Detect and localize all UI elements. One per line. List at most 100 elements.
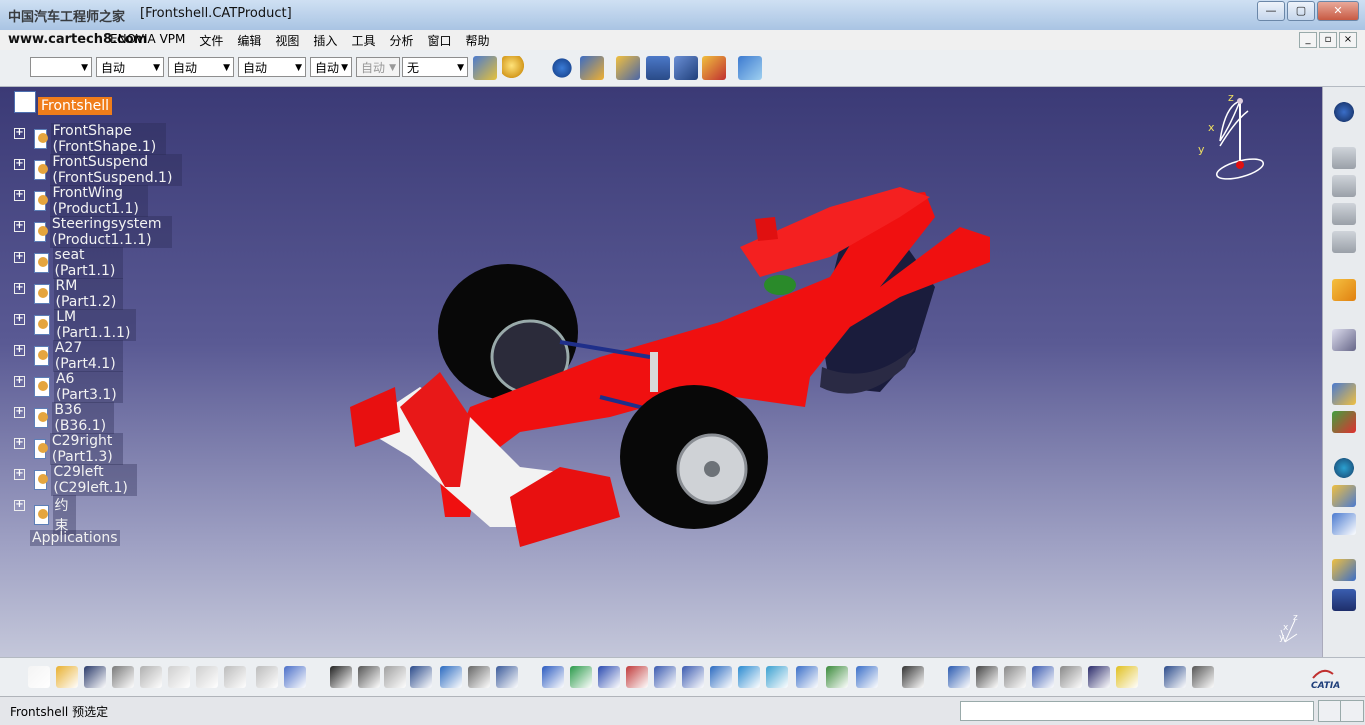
expand-icon[interactable]: + — [14, 438, 25, 449]
color-combo[interactable]: ▼ — [30, 57, 92, 77]
save-icon[interactable] — [84, 666, 106, 688]
race-car-model[interactable] — [0, 87, 1322, 657]
publish-icon[interactable] — [1332, 513, 1356, 535]
mdi-restore-button[interactable]: ▫ — [1319, 32, 1337, 48]
tree-applications[interactable]: Applications — [30, 530, 120, 546]
new-icon[interactable] — [28, 666, 50, 688]
whats-this-icon[interactable] — [284, 666, 306, 688]
expand-icon[interactable]: + — [14, 159, 25, 170]
copy-icon[interactable] — [168, 666, 190, 688]
mdi-close-button[interactable]: × — [1339, 32, 1357, 48]
camera-icon[interactable] — [902, 666, 924, 688]
pan-icon[interactable] — [598, 666, 620, 688]
apply-material-icon[interactable] — [502, 56, 526, 80]
expand-icon[interactable]: + — [14, 252, 25, 263]
linetype-combo[interactable]: 自动 ▼ — [238, 57, 306, 77]
swap-icon[interactable] — [856, 666, 878, 688]
mdi-minimize-button[interactable]: _ — [1299, 32, 1317, 48]
maximize-button[interactable]: ▢ — [1287, 1, 1315, 21]
anchor-icon[interactable] — [646, 56, 670, 80]
zoom-out-icon[interactable] — [682, 666, 704, 688]
menu-item[interactable]: 帮助 — [465, 32, 489, 49]
shading-icon[interactable] — [796, 666, 818, 688]
close-button[interactable]: ✕ — [1317, 1, 1359, 21]
selection-icon[interactable] — [1060, 666, 1082, 688]
comment-icon[interactable] — [358, 666, 380, 688]
analysis-icon[interactable] — [496, 666, 518, 688]
normal-view-icon[interactable] — [710, 666, 732, 688]
search-icon[interactable] — [1032, 666, 1054, 688]
tools-icon[interactable] — [1332, 559, 1356, 581]
menu-item[interactable]: 编辑 — [237, 32, 261, 49]
tree-node[interactable]: + LM (Part1.1.1) — [14, 309, 137, 341]
undo-icon[interactable] — [224, 666, 246, 688]
transparency-combo[interactable]: 自动 ▼ — [168, 57, 234, 77]
fly-icon[interactable] — [542, 666, 564, 688]
scene-icon[interactable] — [1332, 457, 1356, 479]
menu-item[interactable]: 视图 — [275, 32, 299, 49]
tree-node[interactable]: + A27 (Part4.1) — [14, 340, 123, 372]
status-ok-button[interactable] — [1340, 700, 1364, 722]
minimize-button[interactable]: — — [1257, 1, 1285, 21]
paint-brush-icon[interactable] — [473, 56, 497, 80]
grid-icon[interactable] — [1116, 666, 1138, 688]
fit-all-icon[interactable] — [570, 666, 592, 688]
table-icon[interactable] — [1332, 589, 1356, 611]
update-icon[interactable] — [580, 56, 604, 80]
expand-icon[interactable]: + — [14, 469, 25, 480]
compass-widget[interactable]: z x y — [1190, 91, 1280, 191]
fix-icon[interactable] — [674, 56, 698, 80]
tree-node[interactable]: + A6 (Part3.1) — [14, 371, 123, 403]
select-arrow-icon[interactable] — [1332, 279, 1356, 301]
expand-icon[interactable]: + — [14, 376, 25, 387]
catalog-icon[interactable] — [1332, 485, 1356, 507]
snap-icon[interactable] — [702, 56, 726, 80]
expand-icon[interactable]: + — [14, 407, 25, 418]
new-part-icon[interactable] — [1332, 203, 1356, 225]
expand-icon[interactable]: + — [14, 221, 25, 232]
menu-item[interactable]: 分析 — [389, 32, 413, 49]
rotate-icon[interactable] — [626, 666, 648, 688]
lineweight-combo[interactable]: 自动 ▼ — [310, 57, 352, 77]
new-component-icon[interactable] — [1332, 147, 1356, 169]
status-cancel-button[interactable] — [1318, 700, 1342, 722]
multi-view-icon[interactable] — [738, 666, 760, 688]
tree-node[interactable]: + B36 (B36.1) — [14, 402, 114, 434]
paste-icon[interactable] — [196, 666, 218, 688]
clash-icon[interactable] — [1332, 411, 1356, 433]
3d-viewport[interactable]: Frontshell + FrontShape (FrontShape.1) + Fr… — [0, 87, 1322, 657]
constraint-icon[interactable] — [616, 56, 640, 80]
product-structure-icon[interactable] — [550, 56, 574, 80]
analysis2-icon[interactable] — [1192, 666, 1214, 688]
tree-node[interactable]: + C29left (C29left.1) — [14, 464, 137, 496]
new-product-icon[interactable] — [1332, 175, 1356, 197]
formula-icon[interactable] — [330, 666, 352, 688]
link-icon[interactable] — [384, 666, 406, 688]
center-icon[interactable] — [948, 666, 970, 688]
zoom-in-icon[interactable] — [654, 666, 676, 688]
next-icon[interactable] — [1004, 666, 1026, 688]
expand-icon[interactable]: + — [14, 128, 25, 139]
redo-icon[interactable] — [256, 666, 278, 688]
menu-item[interactable]: 窗口 — [427, 32, 451, 49]
graph-icon[interactable] — [440, 666, 462, 688]
print-icon[interactable] — [112, 666, 134, 688]
menu-item[interactable]: ENOVIA VPM — [110, 32, 185, 49]
tree-node[interactable]: + Steeringsystem (Product1.1.1) — [14, 216, 172, 248]
menu-item[interactable]: 文件 — [199, 32, 223, 49]
move-icon[interactable] — [1332, 329, 1356, 351]
tree-root-icon[interactable] — [14, 91, 36, 113]
table-icon[interactable] — [410, 666, 432, 688]
tree-node[interactable]: + FrontWing (Product1.1) — [14, 185, 149, 217]
existing-component-icon[interactable] — [1332, 231, 1356, 253]
command-input[interactable] — [960, 701, 1314, 721]
measure-icon[interactable] — [1088, 666, 1110, 688]
tree-node[interactable]: + 约束 — [14, 495, 76, 535]
explode-icon[interactable] — [1332, 383, 1356, 405]
tree-node[interactable]: + FrontShape (FrontShape.1) — [14, 123, 166, 155]
tree-node[interactable]: + seat (Part1.1) — [14, 247, 123, 279]
cut-icon[interactable] — [140, 666, 162, 688]
workbench-icon[interactable] — [1332, 101, 1356, 123]
tree-node[interactable]: + RM (Part1.2) — [14, 278, 123, 310]
tree-node[interactable]: + C29right (Part1.3) — [14, 433, 123, 465]
